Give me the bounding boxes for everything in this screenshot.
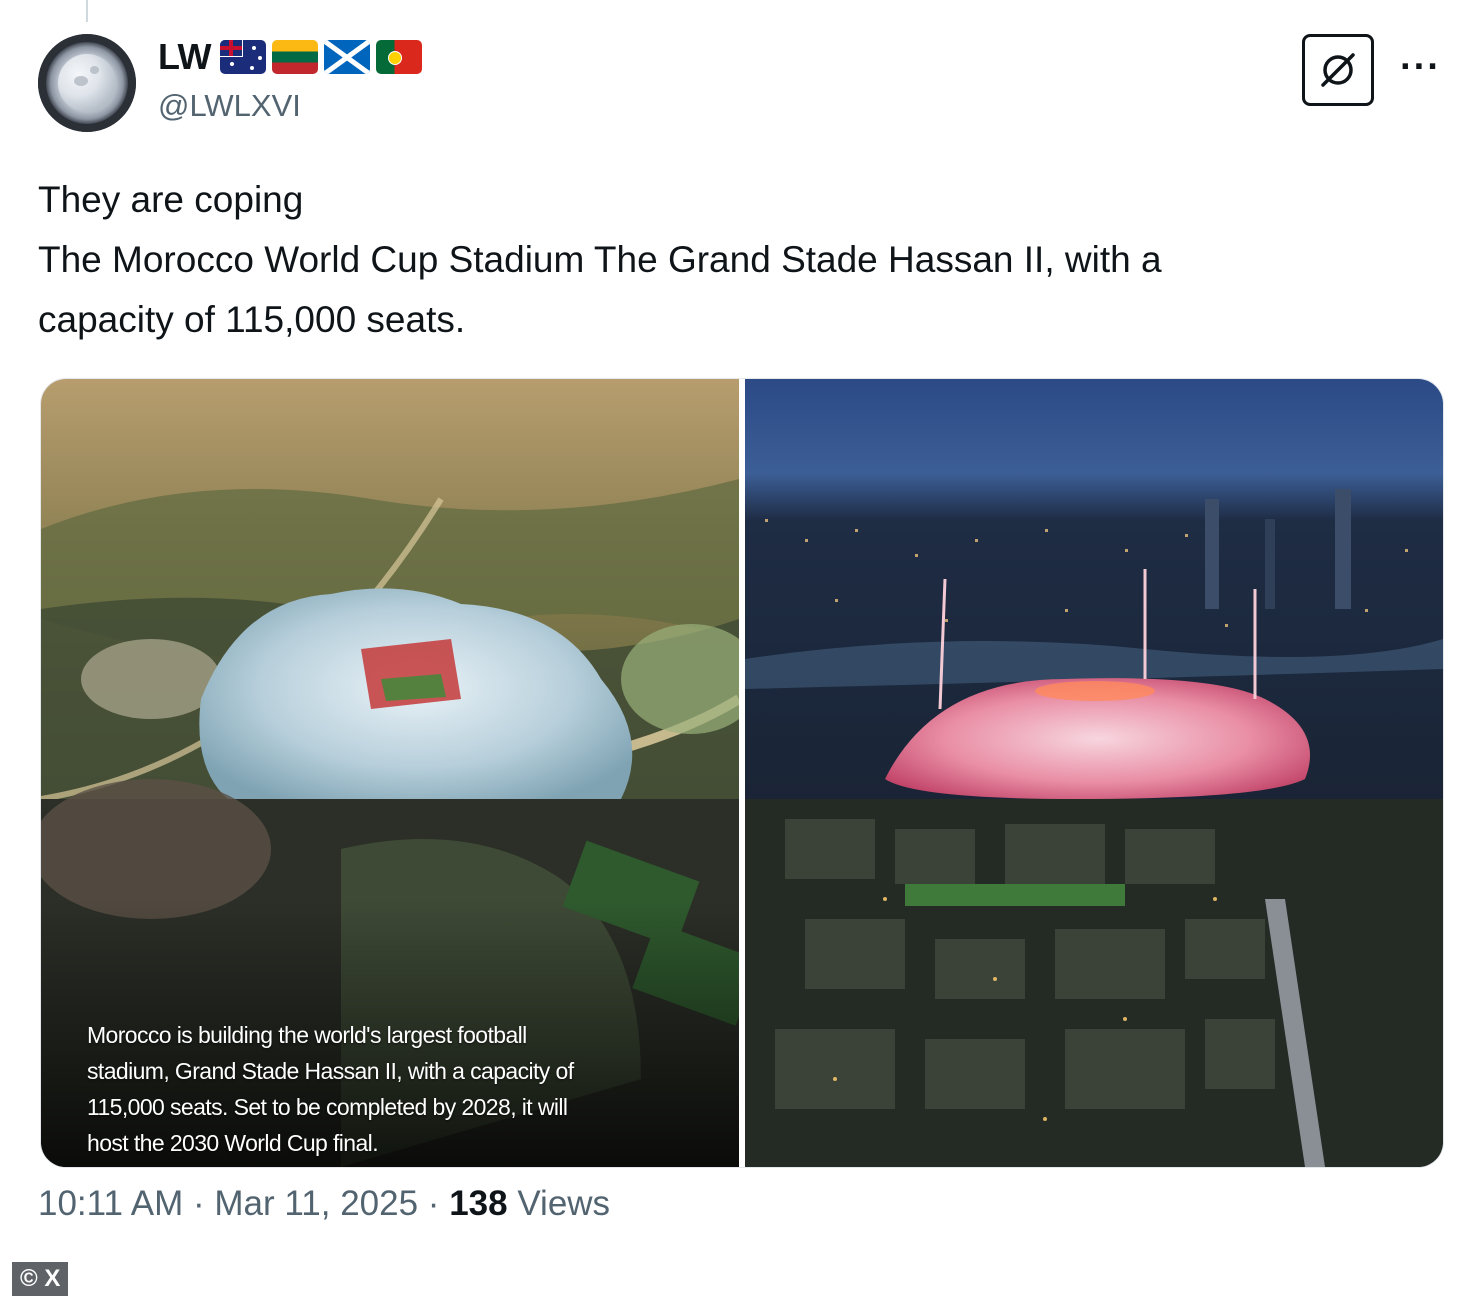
stadium-rendering-daytime[interactable]: Morocco is building the world's largest … <box>41 379 739 1167</box>
meta-separator: · <box>427 1184 440 1223</box>
media-caption-line: stadium, Grand Stade Hassan II, with a c… <box>87 1058 574 1084</box>
views-count: 138 <box>449 1184 508 1223</box>
thread-line <box>86 0 88 22</box>
tweet-text: They are coping The Morocco World Cup St… <box>38 170 1428 350</box>
media-caption: Morocco is building the world's largest … <box>87 1017 677 1161</box>
more-icon[interactable]: ··· <box>1400 46 1441 89</box>
author-flags <box>220 40 422 74</box>
views-label: Views <box>517 1184 611 1223</box>
scotland-flag-icon <box>324 40 370 74</box>
meta-separator: · <box>193 1184 205 1223</box>
tweet-text-line: capacity of 115,000 seats. <box>38 299 466 340</box>
portugal-flag-icon <box>376 40 422 74</box>
tweet-text-line: The Morocco World Cup Stadium The Grand … <box>38 239 1162 280</box>
australia-flag-icon <box>220 40 266 74</box>
avatar[interactable] <box>38 34 136 132</box>
tweet-text-line: They are coping <box>38 179 304 220</box>
tweet-date[interactable]: Mar 11, 2025 <box>214 1184 418 1223</box>
tweet-time[interactable]: 10:11 AM <box>38 1184 183 1223</box>
author-display-name[interactable]: LW <box>158 36 211 78</box>
media-caption-line: 115,000 seats. Set to be completed by 20… <box>87 1094 568 1120</box>
grok-icon <box>1321 53 1355 87</box>
author-handle[interactable]: @LWLXVI <box>158 88 301 124</box>
lithuania-flag-icon <box>272 40 318 74</box>
media-caption-line: Morocco is building the world's largest … <box>87 1022 527 1048</box>
copyright-watermark: © X <box>12 1262 69 1296</box>
media-caption-line: host the 2030 World Cup final. <box>87 1130 379 1156</box>
moon-image <box>58 54 116 112</box>
tweet-media: Morocco is building the world's largest … <box>40 378 1444 1168</box>
tweet-meta: 10:11 AM · Mar 11, 2025 · 138 Views <box>38 1184 610 1224</box>
stadium-rendering-night[interactable] <box>745 379 1443 1167</box>
grok-button[interactable] <box>1302 34 1374 106</box>
